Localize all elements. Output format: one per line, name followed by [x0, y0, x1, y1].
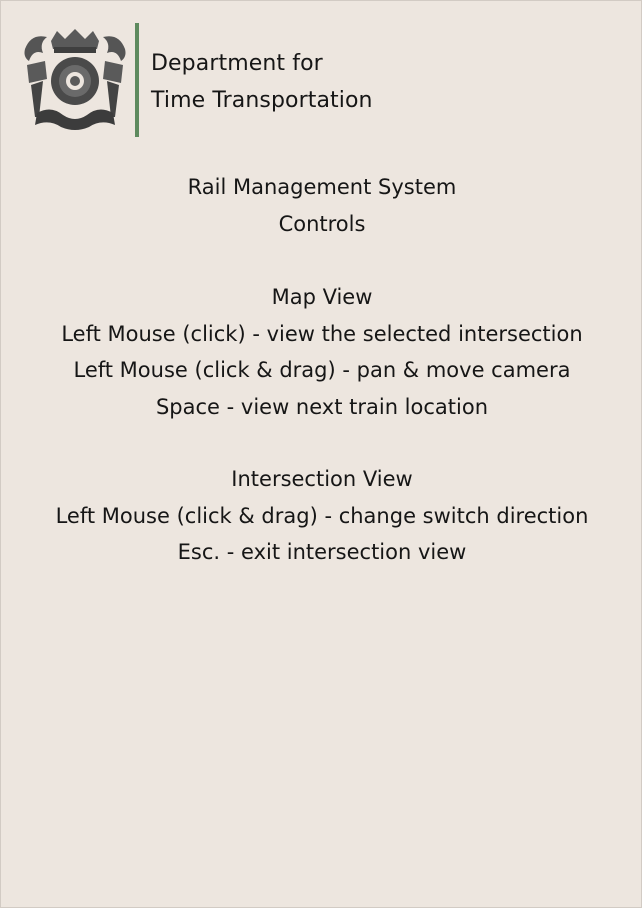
title-section: Rail Management System Controls — [1, 169, 642, 242]
map-control-next-train: Space - view next train location — [155, 394, 489, 419]
department-name-line1: Department for — [151, 51, 323, 76]
intersection-view-heading: Intersection View — [231, 467, 413, 491]
map-control-pan-camera: Left Mouse (click & drag) - pan & move c… — [73, 358, 571, 382]
map-view-heading: Map View — [271, 285, 373, 309]
intersection-control-exit: Esc. - exit intersection view — [177, 540, 467, 564]
controls-page: Department for Time Transportation Rail … — [0, 0, 642, 908]
department-name-line2: Time Transportation — [151, 88, 373, 113]
map-view-section: Map View Left Mouse (click) - view the s… — [1, 279, 642, 425]
intersection-control-switch-direction: Left Mouse (click & drag) - change switc… — [55, 503, 589, 528]
department-name: Department for Time Transportation — [151, 45, 373, 119]
map-control-select-intersection: Left Mouse (click) - view the selected i… — [61, 321, 583, 346]
controls-title: Controls — [278, 211, 366, 236]
system-title: Rail Management System — [187, 175, 457, 199]
header-divider — [135, 23, 139, 137]
intersection-view-section: Intersection View Left Mouse (click & dr… — [1, 461, 642, 571]
department-header: Department for Time Transportation — [21, 23, 441, 137]
crowned-railway-crest-icon — [24, 29, 126, 130]
